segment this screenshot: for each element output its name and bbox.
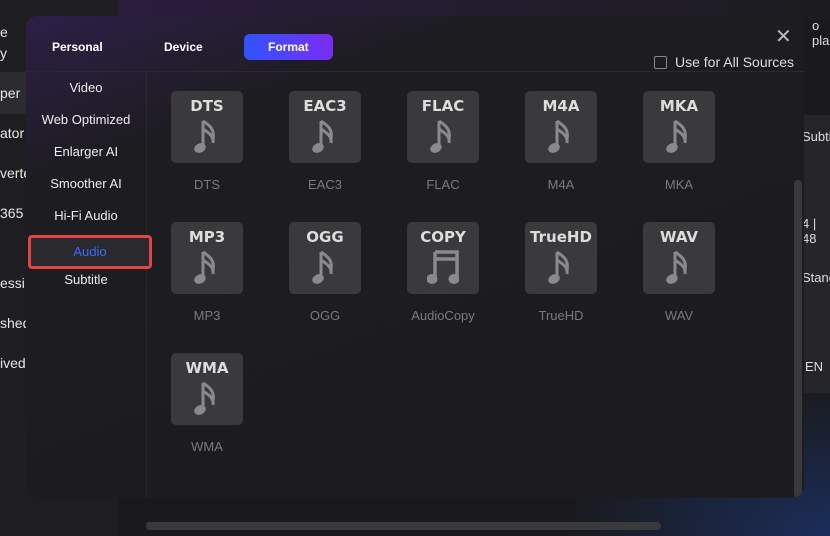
format-icon[interactable]: DTS xyxy=(171,91,243,163)
use-for-all-sources-checkbox[interactable]: Use for All Sources xyxy=(654,54,794,70)
format-icon[interactable]: COPY xyxy=(407,222,479,294)
sidebar-item-smoother-ai[interactable]: Smoother AI xyxy=(26,176,146,191)
background-sidebar-item: e xyxy=(0,24,8,40)
horizontal-scrollbar[interactable] xyxy=(146,522,661,530)
tab-format[interactable]: Format xyxy=(244,34,333,60)
sidebar-item-audio[interactable]: Audio xyxy=(28,235,152,269)
format-label: MP3 xyxy=(193,308,221,323)
background-sidebar-item: y xyxy=(0,45,7,61)
music-note-icon xyxy=(193,379,221,424)
format-badge: TrueHD xyxy=(530,228,592,246)
format-badge: MP3 xyxy=(188,228,226,246)
beamed-notes-icon xyxy=(426,248,460,293)
format-badge: MKA xyxy=(659,97,699,115)
format-label: FLAC xyxy=(426,177,460,192)
use-for-all-sources-label: Use for All Sources xyxy=(675,54,795,70)
format-icon[interactable]: EAC3 xyxy=(289,91,361,163)
sidebar-item-web-optimized[interactable]: Web Optimized xyxy=(26,112,146,127)
music-note-icon xyxy=(547,248,575,293)
tab-device[interactable]: Device xyxy=(164,40,203,54)
music-note-icon xyxy=(311,117,339,162)
format-label: WMA xyxy=(191,439,223,454)
format-tile-dts[interactable]: DTS DTS xyxy=(171,91,243,192)
music-note-icon xyxy=(665,248,693,293)
background-text: Stand xyxy=(802,270,830,285)
close-button[interactable]: ✕ xyxy=(775,24,792,49)
background-text: EN xyxy=(805,359,824,374)
format-icon[interactable]: MP3 xyxy=(171,222,243,294)
music-note-icon xyxy=(311,248,339,293)
divider xyxy=(146,72,147,498)
format-label: EAC3 xyxy=(308,177,342,192)
format-badge: WMA xyxy=(185,359,229,377)
music-note-icon xyxy=(547,117,575,162)
tab-personal[interactable]: Personal xyxy=(52,40,103,54)
background-text: Subti xyxy=(802,129,830,144)
format-label: DTS xyxy=(194,177,220,192)
format-badge: DTS xyxy=(190,97,224,115)
format-badge: COPY xyxy=(420,228,466,246)
music-note-icon xyxy=(665,117,693,162)
vertical-scrollbar[interactable] xyxy=(794,180,802,498)
music-note-icon xyxy=(193,117,221,162)
format-icon[interactable]: WAV xyxy=(643,222,715,294)
format-tile-wav[interactable]: WAV WAV xyxy=(643,222,715,323)
format-label: MKA xyxy=(664,177,694,192)
format-dialog: Personal Device Format ✕ Use for All Sourc… xyxy=(26,16,804,498)
format-tile-mka[interactable]: MKA MKA xyxy=(643,91,715,192)
background-text: 4 | 48 xyxy=(802,216,817,246)
sidebar-item-video[interactable]: Video xyxy=(26,80,146,95)
format-icon[interactable]: FLAC xyxy=(407,91,479,163)
format-badge: M4A xyxy=(542,97,580,115)
sidebar-item-subtitle[interactable]: Subtitle xyxy=(26,272,146,287)
format-label: WAV xyxy=(664,308,694,323)
background-panel xyxy=(800,115,830,393)
format-label: AudioCopy xyxy=(411,308,475,323)
format-icon[interactable]: MKA xyxy=(643,91,715,163)
background-sidebar-item: essi xyxy=(0,275,25,291)
sidebar-item-hi-fi-audio[interactable]: Hi-Fi Audio xyxy=(26,208,146,223)
format-badge: OGG xyxy=(306,228,344,246)
format-tile-mp3[interactable]: MP3 MP3 xyxy=(171,222,243,323)
divider xyxy=(26,71,804,72)
format-icon[interactable]: OGG xyxy=(289,222,361,294)
format-tile-wma[interactable]: WMA WMA xyxy=(171,353,243,454)
music-note-icon xyxy=(429,117,457,162)
background-text: o pla xyxy=(812,18,830,48)
background-sidebar-item: 365 xyxy=(0,205,24,221)
format-badge: WAV xyxy=(659,228,699,246)
format-tile-m4a[interactable]: M4A M4A xyxy=(525,91,597,192)
format-tile-flac[interactable]: FLAC FLAC xyxy=(407,91,479,192)
format-tile-eac3[interactable]: EAC3 EAC3 xyxy=(289,91,361,192)
checkbox-box[interactable] xyxy=(654,55,667,69)
format-tile-ogg[interactable]: OGG OGG xyxy=(289,222,361,323)
format-label: TrueHD xyxy=(538,308,584,323)
format-badge: EAC3 xyxy=(303,97,347,115)
format-icon[interactable]: M4A xyxy=(525,91,597,163)
format-tile-audiocopy[interactable]: COPY AudioCopy xyxy=(407,222,479,323)
background-sidebar-item: ator xyxy=(0,125,25,141)
format-icon[interactable]: TrueHD xyxy=(525,222,597,294)
sidebar-item-enlarger-ai[interactable]: Enlarger AI xyxy=(26,144,146,159)
format-label: OGG xyxy=(309,308,341,323)
format-icon[interactable]: WMA xyxy=(171,353,243,425)
music-note-icon xyxy=(193,248,221,293)
format-badge: FLAC xyxy=(421,97,465,115)
background-sidebar-item: ived xyxy=(0,355,26,371)
format-tile-truehd[interactable]: TrueHD TrueHD xyxy=(525,222,597,323)
format-label: M4A xyxy=(547,177,575,192)
